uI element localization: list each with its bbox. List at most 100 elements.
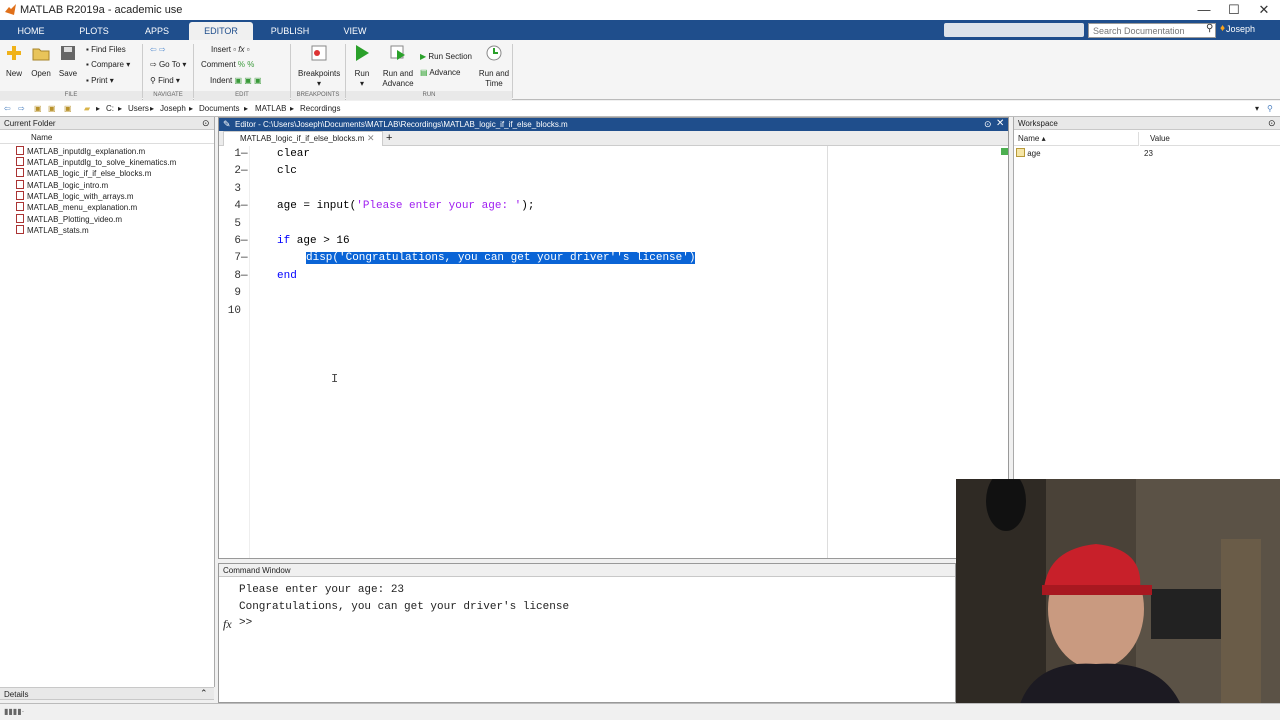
editor-window: Editor - C:\Users\Joseph\Documents\MATLA… <box>218 117 1009 559</box>
file-item[interactable]: MATLAB_logic_intro.m <box>16 180 108 191</box>
quick-access-toolbar[interactable] <box>944 23 1084 37</box>
indent-button[interactable]: Indent ▣ ▣ ▣ <box>210 75 262 87</box>
new-icon <box>7 46 21 60</box>
file-item[interactable]: MATLAB_logic_with_arrays.m <box>16 191 134 202</box>
tab-home[interactable]: HOME <box>10 22 52 40</box>
up-folder-icon[interactable]: ▣ <box>34 104 42 113</box>
run-advance-label-2: Advance <box>382 79 414 88</box>
breadcrumb-recordings[interactable]: Recordings <box>300 104 340 113</box>
editor-file-tab[interactable]: MATLAB_logic_if_if_else_blocks.m <box>223 131 383 146</box>
user-menu[interactable]: Joseph <box>1226 24 1255 34</box>
nav-forward-icon[interactable]: ⇨ <box>18 104 25 113</box>
search-icon[interactable]: ⚲ <box>1206 23 1213 34</box>
go-to-button[interactable]: ⇨ Go To ▾ <box>150 59 186 71</box>
file-item[interactable]: MATLAB_inputdlg_explanation.m <box>16 146 145 157</box>
file-item[interactable]: MATLAB_stats.m <box>16 225 89 236</box>
editor-close-icon[interactable]: ✕ <box>996 118 1004 129</box>
panel-menu-icon[interactable]: ⊙ <box>202 118 210 129</box>
breakpoint-marker[interactable]: — <box>241 148 248 160</box>
run-button[interactable]: Run ▾ <box>350 44 374 89</box>
breakpoints-dropdown-icon[interactable]: ▾ <box>298 79 340 89</box>
open-button[interactable]: Open <box>30 44 52 79</box>
breakpoint-marker[interactable]: — <box>241 200 248 212</box>
address-bar[interactable]: ⇦ ⇨ ▣ ▣ ▣ ▰ ▸ C: ▸ Users ▸ Joseph ▸ Docu… <box>0 101 1280 117</box>
file-item[interactable]: MATLAB_inputdlg_to_solve_kinematics.m <box>16 157 176 168</box>
variable-name: age <box>1027 149 1041 158</box>
insert-button[interactable]: Insert ▫ fx ▫ <box>211 44 250 56</box>
folder-options-icon[interactable]: ▣ <box>64 104 72 113</box>
breakpoint-marker[interactable]: — <box>241 235 248 247</box>
run-and-time-button[interactable]: Run and Time <box>478 44 510 89</box>
editor-menu-icon[interactable]: ⊙ <box>984 119 992 130</box>
breadcrumb-documents[interactable]: Documents <box>199 104 239 113</box>
details-panel-header[interactable]: Details <box>0 687 214 700</box>
run-section-button[interactable]: ▶ Run Section <box>420 51 472 63</box>
close-tab-icon[interactable]: ✕ <box>367 133 375 144</box>
breadcrumb-joseph[interactable]: Joseph <box>160 104 186 113</box>
tab-editor[interactable]: EDITOR <box>189 22 253 40</box>
file-item[interactable]: MATLAB_Plotting_video.m <box>16 214 122 225</box>
function-browser-icon[interactable]: fx <box>223 617 232 632</box>
run-time-label-2: Time <box>485 79 503 88</box>
run-and-advance-button[interactable]: Run and Advance <box>380 44 416 89</box>
notification-bell-icon[interactable]: ♦ <box>1220 23 1225 34</box>
minimize-button[interactable]: — <box>1188 0 1220 20</box>
maximize-button[interactable]: ☐ <box>1218 0 1250 20</box>
tab-apps[interactable]: APPS <box>138 22 176 40</box>
code-analyzer-icon[interactable] <box>1001 148 1008 155</box>
compare-button[interactable]: ▪ Compare ▾ <box>86 59 130 71</box>
breadcrumb-users[interactable]: Users <box>128 104 149 113</box>
command-window[interactable]: Command Window Please enter your age: 23… <box>218 563 956 703</box>
new-button[interactable]: New <box>4 44 24 79</box>
workspace-row[interactable]: age 23 <box>1016 148 1280 160</box>
code-area[interactable]: 1— 2— 3 4— 5 6— 7— 8— 9 10 clear clc age… <box>219 146 1008 558</box>
workspace-title: Workspace <box>1014 117 1280 130</box>
run-advance-icon <box>390 45 405 60</box>
command-output: Please enter your age: 23 Congratulation… <box>239 584 570 613</box>
search-folder-icon[interactable]: ⚲ <box>1267 104 1273 113</box>
search-input[interactable]: Search Documentation <box>1088 23 1216 38</box>
nav-back-icon[interactable]: ⇦ <box>4 104 11 113</box>
find-button[interactable]: ⚲ Find ▾ <box>150 75 180 87</box>
panel-menu-icon[interactable]: ⊙ <box>1268 118 1276 129</box>
new-tab-icon[interactable]: + <box>386 132 392 144</box>
save-button[interactable]: Save <box>57 44 79 79</box>
browse-folder-icon[interactable]: ▣ <box>48 104 56 113</box>
name-column-header[interactable]: Name <box>0 132 214 144</box>
breakpoints-button[interactable]: Breakpoints ▾ <box>298 44 340 89</box>
file-name: MATLAB_logic_if_if_else_blocks.m <box>27 169 152 178</box>
window-titlebar: MATLAB R2019a - academic use — ☐ ✕ <box>0 0 1280 20</box>
chevron-up-icon[interactable]: ⌃ <box>200 688 208 699</box>
editor-tab-label: MATLAB_logic_if_if_else_blocks.m <box>240 134 365 143</box>
breakpoint-marker[interactable]: — <box>241 270 248 282</box>
tab-view[interactable]: VIEW <box>332 22 378 40</box>
save-label: Save <box>58 69 78 78</box>
back-forward-icon[interactable]: ⇦ ⇨ <box>150 44 166 56</box>
breakpoint-marker[interactable]: — <box>241 252 248 264</box>
tab-plots[interactable]: PLOTS <box>72 22 116 40</box>
breakpoint-marker[interactable]: — <box>241 165 248 177</box>
breadcrumb-matlab[interactable]: MATLAB <box>255 104 286 113</box>
file-item[interactable]: MATLAB_logic_if_if_else_blocks.m <box>16 168 151 179</box>
go-to-label: Go To <box>158 60 181 69</box>
ws-name-header[interactable]: Name ▴ <box>1014 132 1139 146</box>
breadcrumb-drive[interactable]: C: <box>106 104 114 113</box>
file-item[interactable]: MATLAB_menu_explanation.m <box>16 202 137 213</box>
print-label: Print <box>91 76 108 85</box>
editor-icon: ✎ <box>223 119 231 129</box>
close-window-button[interactable]: ✕ <box>1248 0 1280 20</box>
ws-value-header[interactable]: Value <box>1140 132 1280 146</box>
advance-button[interactable]: ▤ Advance <box>420 67 460 79</box>
print-button[interactable]: ▪ Print ▾ <box>86 75 114 87</box>
line-number: 2 <box>234 165 241 177</box>
comment-button[interactable]: Comment % % <box>201 59 254 71</box>
window-title: MATLAB R2019a - academic use <box>20 4 183 16</box>
tab-publish[interactable]: PUBLISH <box>266 22 314 40</box>
address-dropdown-icon[interactable]: ▾ <box>1255 104 1259 113</box>
line-number: 3 <box>234 183 241 195</box>
breadcrumb-sep-icon: ▸ <box>189 104 194 113</box>
save-icon <box>61 46 75 60</box>
run-dropdown-icon[interactable]: ▾ <box>350 79 374 89</box>
find-files-button[interactable]: ▪ Find Files <box>86 44 126 56</box>
command-window-title: Command Window <box>219 564 955 577</box>
